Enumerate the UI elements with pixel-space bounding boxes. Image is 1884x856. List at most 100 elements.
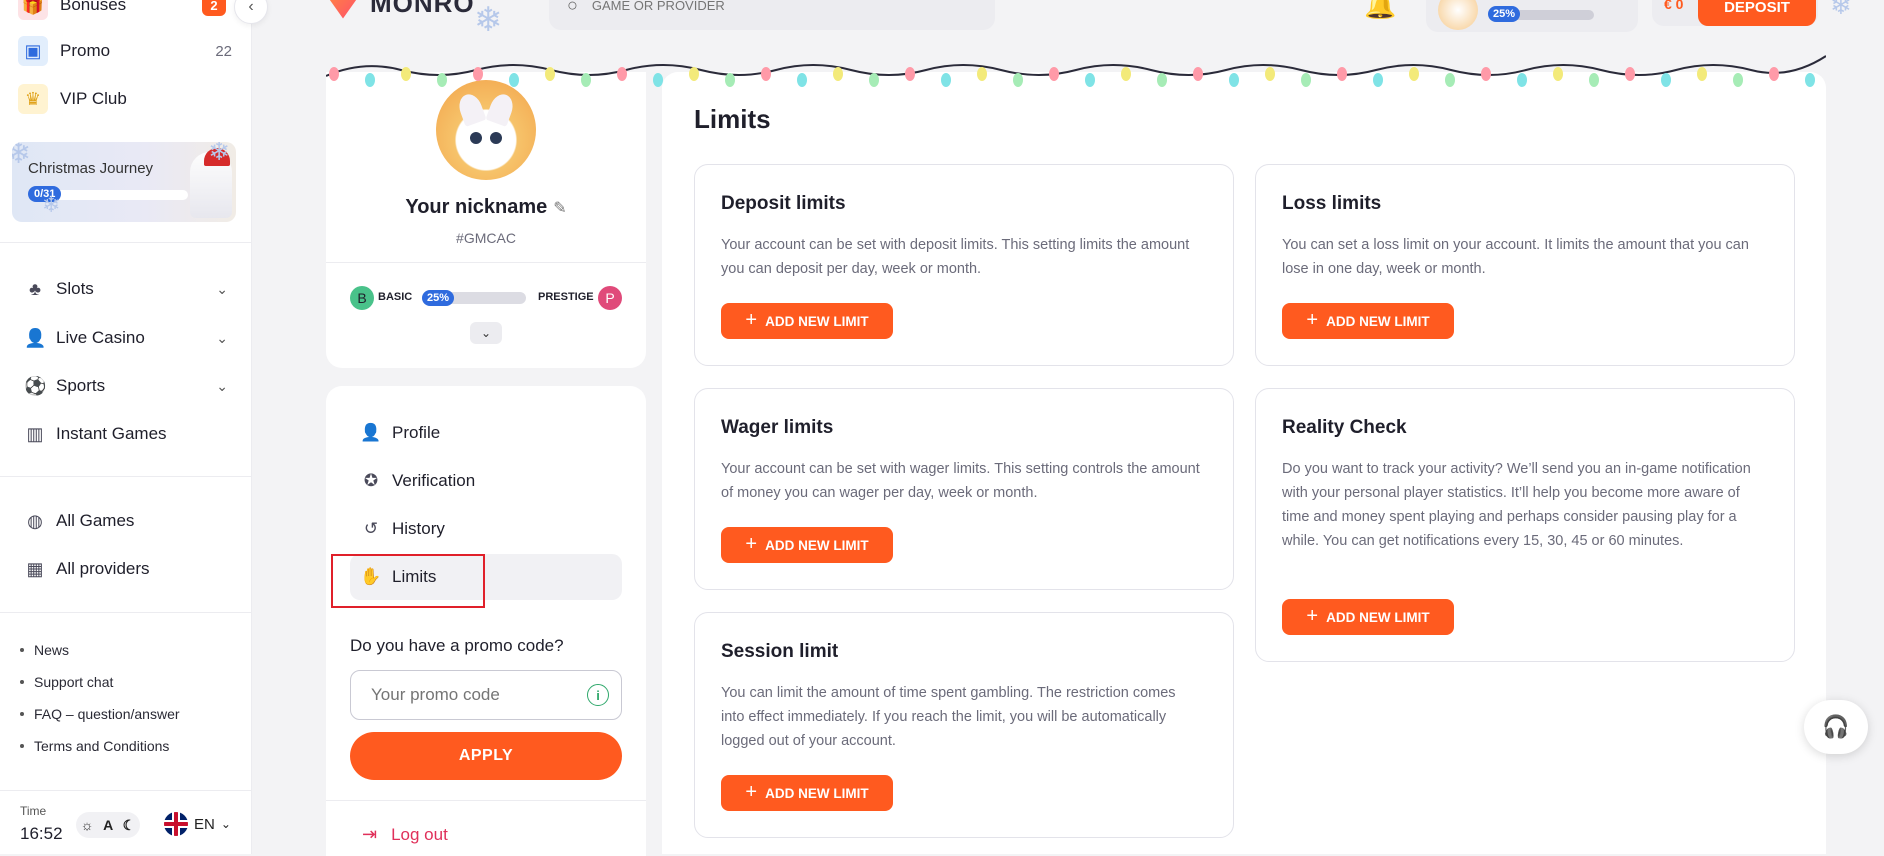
sidebar-item-label: Bonuses <box>60 0 127 14</box>
plus-icon: + <box>1306 308 1319 331</box>
user-level-widget[interactable]: 25% <box>1426 0 1638 32</box>
deposit-button[interactable]: DEPOSIT <box>1698 0 1816 26</box>
add-reality-check-button[interactable]: + ADD NEW LIMIT <box>1282 599 1454 635</box>
footer-link-support-chat[interactable]: Support chat <box>20 674 113 690</box>
menu-item-label: Profile <box>392 423 441 442</box>
profile-divider <box>326 262 646 263</box>
logo-mark-icon <box>326 0 360 19</box>
menu-item-label: Verification <box>392 471 476 490</box>
notifications-bell-icon[interactable]: 🔔 <box>1364 0 1396 21</box>
add-loss-limit-button[interactable]: + ADD NEW LIMIT <box>1282 303 1454 339</box>
edit-pencil-icon[interactable]: ✎ <box>553 200 566 217</box>
sidebar-item-all-providers[interactable]: ▦ All providers <box>24 554 228 584</box>
garland-bulb <box>905 67 915 81</box>
nickname: Your nickname <box>405 196 548 218</box>
button-label: ADD NEW LIMIT <box>765 537 869 553</box>
basic-level-badge: B <box>350 286 374 310</box>
garland-bulb <box>1445 73 1455 87</box>
plus-icon: + <box>1306 604 1319 627</box>
info-icon[interactable]: i <box>587 684 609 706</box>
promo-count: 22 <box>215 42 232 60</box>
sidebar-item-all-games[interactable]: ◍ All Games <box>24 506 228 536</box>
search-input[interactable] <box>591 0 932 13</box>
garland-bulb <box>1265 67 1275 81</box>
plus-icon: + <box>745 780 758 803</box>
menu-item-history[interactable]: ↺ History <box>350 506 622 552</box>
menu-item-profile[interactable]: 👤 Profile <box>350 410 622 456</box>
christmas-journey-banner[interactable]: ❄ Christmas Journey 0/31 ❄ ❄ <box>12 142 236 222</box>
garland-bulb <box>473 67 483 81</box>
garland-bulb <box>869 73 879 87</box>
add-session-limit-button[interactable]: + ADD NEW LIMIT <box>721 775 893 811</box>
sidebar-item-live-casino[interactable]: 👤 Live Casino ⌄ <box>24 323 228 353</box>
time-label: Time <box>20 804 47 818</box>
session-limit-card: Session limit You can limit the amount o… <box>694 612 1234 838</box>
footer-link-faq[interactable]: FAQ – question/answer <box>20 706 180 722</box>
button-label: ADD NEW LIMIT <box>1326 609 1430 625</box>
footer-link-news[interactable]: News <box>20 642 69 658</box>
sidebar-item-slots[interactable]: ♣ Slots ⌄ <box>24 274 228 304</box>
garland-bulb <box>1697 67 1707 81</box>
garland-bulb <box>1625 67 1635 81</box>
apply-button[interactable]: APPLY <box>350 732 622 780</box>
expand-level-button[interactable]: ⌄ <box>470 322 502 344</box>
snowflake-icon: ❄ <box>1830 0 1852 20</box>
sidebar-item-label: Promo <box>60 41 111 60</box>
sidebar-item-vip-club[interactable]: ♛ VIP Club <box>18 84 232 114</box>
sidebar-collapse-button[interactable]: ‹ <box>234 0 268 24</box>
theme-toggle[interactable]: ☼ A ☾ <box>76 812 140 838</box>
card-title: Wager limits <box>721 417 834 438</box>
wallet-widget[interactable]: € 0 DEPOSIT <box>1652 0 1818 26</box>
footer-link-terms[interactable]: Terms and Conditions <box>20 738 169 754</box>
garland-bulb <box>1337 67 1347 81</box>
chevron-down-icon: ⌄ <box>220 817 231 831</box>
chevron-down-icon: ⌄ <box>216 280 228 297</box>
slots-icon: ♣ <box>29 278 41 299</box>
all-games-icon: ◍ <box>27 510 43 531</box>
logout-button[interactable]: ⇥ Log out <box>362 824 448 845</box>
sidebar-item-bonuses[interactable]: 🎁 Bonuses 2 <box>18 0 232 20</box>
promo-question: Do you have a promo code? <box>350 636 564 655</box>
sidebar-item-label: VIP Club <box>60 89 127 108</box>
card-title: Deposit limits <box>721 193 846 214</box>
sidebar-divider <box>0 612 252 613</box>
bonuses-badge: 2 <box>202 0 226 16</box>
menu-item-label: History <box>392 519 445 538</box>
garland-bulb <box>1481 67 1491 81</box>
sidebar-item-promo[interactable]: ▣ Promo 22 <box>18 36 232 66</box>
chevron-left-icon: ‹ <box>248 0 254 15</box>
providers-icon: ▦ <box>26 558 44 579</box>
card-description: Your account can be set with deposit lim… <box>721 237 1190 277</box>
plus-icon: + <box>745 532 758 555</box>
menu-item-verification[interactable]: ✪ Verification <box>350 458 622 504</box>
promo-code-field[interactable]: i <box>350 670 622 720</box>
promo-icon: ▣ <box>18 36 48 66</box>
brand-logo[interactable]: MONRO <box>326 0 475 19</box>
logout-icon: ⇥ <box>362 824 378 844</box>
sports-icon: ⚽ <box>24 375 47 396</box>
search-bar[interactable]: ○ <box>549 0 995 30</box>
add-wager-limit-button[interactable]: + ADD NEW LIMIT <box>721 527 893 563</box>
add-deposit-limit-button[interactable]: + ADD NEW LIMIT <box>721 303 893 339</box>
garland-bulb <box>1013 73 1023 87</box>
language-selector[interactable]: EN ⌄ <box>164 812 231 836</box>
garland-bulb <box>1085 73 1095 87</box>
verification-icon: ✪ <box>363 471 379 490</box>
sidebar-item-label: Slots <box>56 279 94 298</box>
sidebar-item-label: All providers <box>56 559 150 578</box>
sidebar-item-sports[interactable]: ⚽ Sports ⌄ <box>24 371 228 401</box>
instant-games-icon: ▥ <box>26 423 44 444</box>
promo-code-input[interactable] <box>371 685 571 705</box>
card-title: Session limit <box>721 641 839 662</box>
garland-bulb <box>401 67 411 81</box>
sidebar-item-instant-games[interactable]: ▥ Instant Games <box>24 419 228 449</box>
garland-bulb <box>1733 73 1743 87</box>
support-chat-button[interactable]: 🎧 <box>1804 700 1868 754</box>
garland-bulb <box>1517 73 1527 87</box>
page-title: Limits <box>694 104 771 134</box>
journey-title: Christmas Journey <box>28 160 154 177</box>
card-description: Do you want to track your activity? We’l… <box>1282 461 1751 549</box>
garland-bulb <box>1229 73 1239 87</box>
garland-bulb <box>437 73 447 87</box>
deposit-limits-card: Deposit limits Your account can be set w… <box>694 164 1234 366</box>
